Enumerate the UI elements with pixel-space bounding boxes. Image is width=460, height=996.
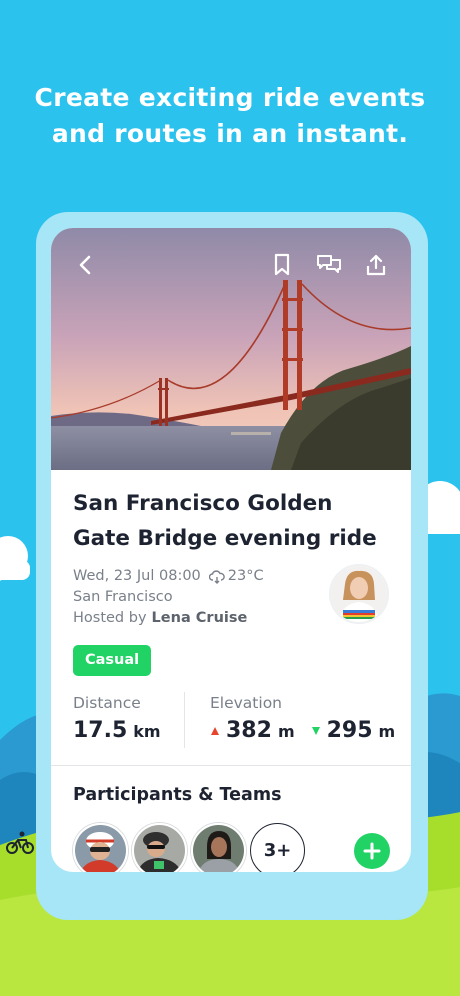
weather: 23°C <box>208 566 264 587</box>
participant-avatar-image <box>134 825 185 872</box>
stats-divider <box>184 692 185 748</box>
headline-line-2: and routes in an instant. <box>51 119 409 148</box>
participant-avatar[interactable] <box>191 823 246 872</box>
participant-avatar[interactable] <box>73 823 128 872</box>
event-title: San Francisco Golden Gate Bridge evening… <box>73 491 377 551</box>
elevation-label: Elevation <box>210 694 282 712</box>
bookmark-icon <box>274 253 290 276</box>
hosted-by-label: Hosted by <box>73 610 147 626</box>
cloud-download-icon <box>208 569 225 584</box>
event-temperature: 23°C <box>227 568 264 584</box>
distance-label: Distance <box>73 694 141 712</box>
participants-title: Participants & Teams <box>73 785 282 805</box>
distance-number: 17.5 <box>73 718 128 743</box>
promo-headline: Create exciting ride events and routes i… <box>0 80 460 152</box>
distance-value: 17.5 km <box>73 718 161 743</box>
elevation-up-unit: m <box>277 722 295 741</box>
host-name[interactable]: Lena Cruise <box>152 608 248 629</box>
plus-icon <box>363 842 381 860</box>
arrow-up-icon <box>211 726 219 735</box>
elevation-value: 382 m 295 m <box>210 718 395 743</box>
event-datetime: Wed, 23 Jul 08:00 <box>73 568 201 584</box>
hero-photo-golden-gate <box>51 228 411 470</box>
event-location: San Francisco <box>73 589 173 605</box>
bookmark-button[interactable] <box>265 248 299 282</box>
participant-avatar-image <box>75 825 126 872</box>
participant-avatar-image <box>193 825 244 872</box>
add-participant-button[interactable] <box>354 833 390 869</box>
more-participants-button[interactable]: 3+ <box>250 823 305 872</box>
elevation-down-unit: m <box>378 722 396 741</box>
elevation-up-number: 382 <box>226 718 272 743</box>
event-tag-casual: Casual <box>73 645 152 676</box>
elevation-down-number: 295 <box>326 718 373 743</box>
event-host-row: Hosted by Lena Cruise <box>73 608 264 629</box>
chevron-left-icon <box>79 255 91 275</box>
headline-line-1: Create exciting ride events <box>34 83 426 112</box>
participants-row: 3+ <box>73 823 393 872</box>
host-avatar[interactable] <box>329 564 389 624</box>
participant-avatar[interactable] <box>132 823 187 872</box>
back-button[interactable] <box>69 248 103 282</box>
chat-bubbles-icon <box>317 255 341 273</box>
event-card: San Francisco Golden Gate Bridge evening… <box>51 228 411 872</box>
event-meta: Wed, 23 Jul 08:00 23°C San Francisco Hos… <box>73 566 264 629</box>
share-button[interactable] <box>359 248 393 282</box>
arrow-down-icon <box>311 726 320 735</box>
event-datetime-row: Wed, 23 Jul 08:00 23°C <box>73 566 264 587</box>
share-icon <box>366 254 386 276</box>
section-divider <box>51 765 411 766</box>
chat-button[interactable] <box>312 248 346 282</box>
host-avatar-image <box>331 566 387 622</box>
distance-unit: km <box>133 722 161 741</box>
